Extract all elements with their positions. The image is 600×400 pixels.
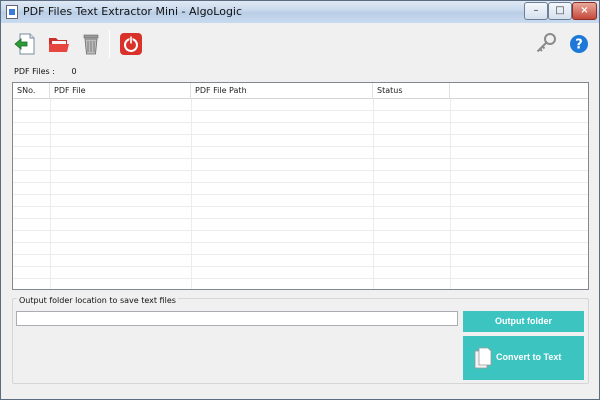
window-title: PDF Files Text Extractor Mini - AlgoLogi… <box>23 5 243 18</box>
table-row <box>13 99 588 111</box>
table-row <box>13 267 588 279</box>
table-row <box>13 183 588 195</box>
document-copy-icon <box>473 347 493 371</box>
table-row <box>13 279 588 289</box>
pdf-file-table[interactable]: SNo. PDF File PDF File Path Status <box>12 82 589 290</box>
table-row <box>13 207 588 219</box>
convert-to-text-button[interactable]: Convert to Text <box>463 336 584 380</box>
table-row <box>13 135 588 147</box>
title-bar[interactable]: PDF Files Text Extractor Mini - AlgoLogi… <box>1 1 599 23</box>
output-folder-path-input[interactable] <box>16 311 458 326</box>
power-icon[interactable] <box>119 32 143 56</box>
table-row <box>13 219 588 231</box>
app-window: PDF Files Text Extractor Mini - AlgoLogi… <box>0 0 600 400</box>
column-header-status[interactable]: Status <box>373 83 450 99</box>
table-row <box>13 231 588 243</box>
minimize-button[interactable]: – <box>524 2 548 20</box>
key-icon[interactable] <box>534 32 558 56</box>
table-header: SNo. PDF File PDF File Path Status <box>13 83 588 99</box>
convert-to-text-label: Convert to Text <box>496 352 562 362</box>
add-file-icon[interactable] <box>13 32 37 56</box>
toolbar-separator <box>109 30 110 58</box>
table-row <box>13 255 588 267</box>
table-row <box>13 243 588 255</box>
output-group-label: Output folder location to save text file… <box>17 296 178 305</box>
table-row <box>13 111 588 123</box>
table-row <box>13 147 588 159</box>
help-icon[interactable]: ? <box>567 32 591 56</box>
close-button[interactable]: × <box>572 2 597 20</box>
maximize-button[interactable]: □ <box>548 2 572 20</box>
pdf-count-value: 0 <box>71 67 77 76</box>
table-row <box>13 171 588 183</box>
pdf-file-count: PDF Files : 0 <box>14 67 77 76</box>
table-row <box>13 159 588 171</box>
output-folder-button[interactable]: Output folder <box>463 311 584 332</box>
app-icon <box>6 5 18 19</box>
column-header-pdf-file[interactable]: PDF File <box>50 83 191 99</box>
toolbar: ? <box>1 24 599 64</box>
column-header-sno[interactable]: SNo. <box>13 83 50 99</box>
column-header-pdf-file-path[interactable]: PDF File Path <box>191 83 373 99</box>
table-row <box>13 195 588 207</box>
trash-icon[interactable] <box>79 32 103 56</box>
pdf-count-label: PDF Files : <box>14 67 55 76</box>
open-folder-icon[interactable] <box>47 32 71 56</box>
table-row <box>13 123 588 135</box>
svg-text:?: ? <box>575 38 583 53</box>
